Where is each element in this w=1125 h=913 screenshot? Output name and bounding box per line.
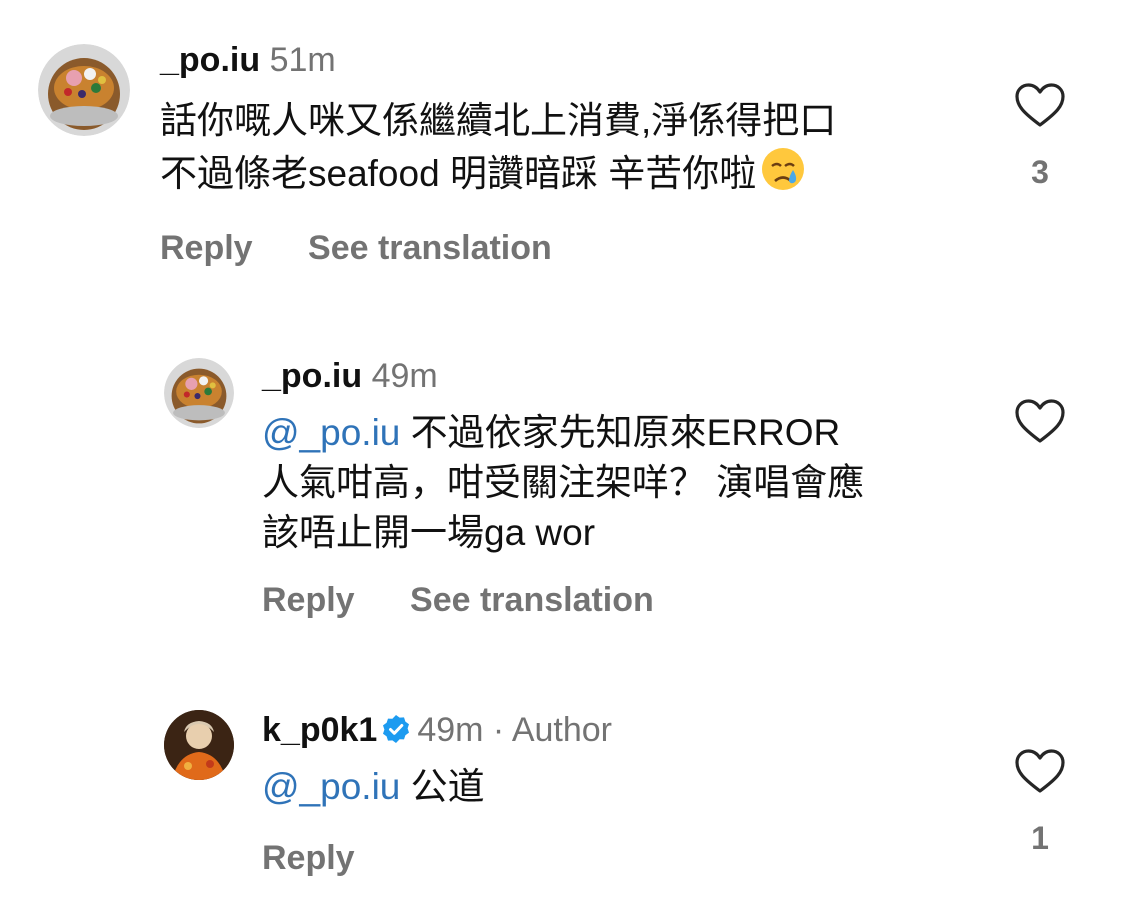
reply-button[interactable]: Reply	[262, 581, 355, 619]
reply-button[interactable]: Reply	[160, 229, 253, 267]
username[interactable]: _po.iu	[160, 41, 260, 79]
comment-header: _po.iu 51m	[160, 40, 336, 80]
comment-text: @_po.iu 不過依家先知原來ERROR 人氣咁高，咁受關注架咩？ 演唱會應 …	[262, 408, 982, 558]
comment-text-line: 該唔止開一場ga wor	[262, 512, 596, 553]
comment-header: k_p0k1 49m · Author	[262, 710, 612, 753]
reply-button[interactable]: Reply	[262, 839, 355, 877]
avatar[interactable]	[38, 44, 130, 136]
like-control: 3	[1010, 82, 1070, 191]
avatar[interactable]	[164, 710, 234, 780]
comment-actions: Reply See translation	[262, 580, 700, 620]
timestamp: 49m	[371, 357, 438, 395]
comment-text-line: @_po.iu 不過依家先知原來ERROR	[262, 408, 982, 458]
comment-text-line: @_po.iu 公道	[262, 762, 962, 812]
comment-actions: Reply See translation	[160, 228, 598, 268]
separator-dot: ·	[492, 711, 505, 749]
heart-icon[interactable]	[1014, 82, 1066, 128]
heart-icon[interactable]	[1014, 748, 1066, 794]
verified-badge-icon	[381, 713, 411, 753]
like-control: 1	[1010, 748, 1070, 857]
like-count: 3	[1031, 154, 1049, 190]
comment-text: 話你嘅人咪又係繼續北上消費,淨係得把口 不過條老seafood 明讚暗踩 辛苦你…	[160, 96, 960, 205]
username[interactable]: k_p0k1	[262, 711, 377, 749]
comment-header: _po.iu 49m	[262, 356, 438, 396]
comment-actions: Reply	[262, 838, 401, 878]
comment-text-line-content: 不過條老seafood 明讚暗踩 辛苦你啦	[160, 153, 757, 194]
avatar-image	[164, 710, 234, 780]
see-translation-button[interactable]: See translation	[308, 229, 552, 267]
mention-link[interactable]: @_po.iu	[262, 766, 400, 807]
like-control	[1010, 398, 1070, 444]
mention-link[interactable]: @_po.iu	[262, 412, 400, 453]
see-translation-button[interactable]: See translation	[410, 581, 654, 619]
author-label: Author	[511, 711, 613, 749]
timestamp: 51m	[269, 41, 336, 79]
comment-text-line: 話你嘅人咪又係繼續北上消費,淨係得把口	[160, 100, 837, 141]
comment-text: @_po.iu 公道	[262, 762, 962, 812]
avatar-image	[38, 44, 130, 136]
avatar[interactable]	[164, 358, 234, 428]
username[interactable]: _po.iu	[262, 357, 362, 395]
avatar-image	[164, 358, 234, 428]
timestamp: 49m	[417, 711, 484, 749]
like-count: 1	[1031, 820, 1049, 856]
comment-text-line: 人氣咁高，咁受關注架咩？ 演唱會應	[262, 462, 865, 503]
crying-face-icon	[760, 146, 806, 205]
heart-icon[interactable]	[1014, 398, 1066, 444]
comment-text-line-content: 不過依家先知原來ERROR	[400, 412, 841, 453]
comment-text-line-content: 公道	[400, 766, 485, 807]
comment-text-line: 不過條老seafood 明讚暗踩 辛苦你啦	[160, 146, 960, 205]
